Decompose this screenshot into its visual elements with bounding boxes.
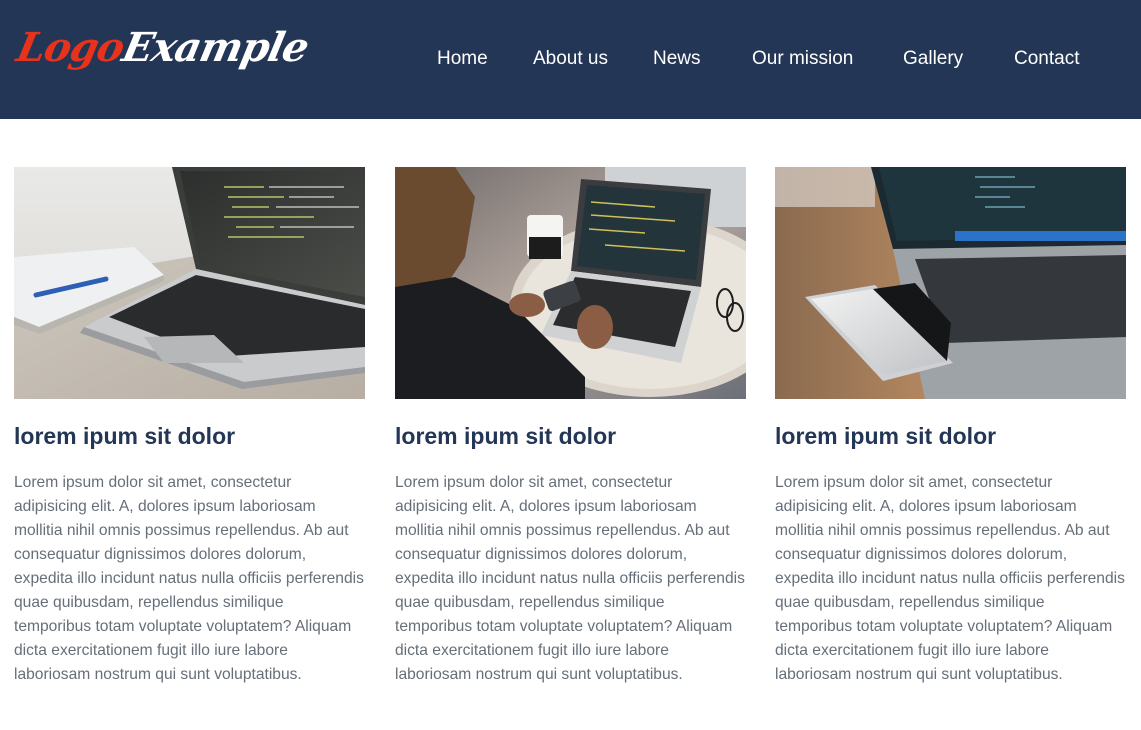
- nav-item-contact[interactable]: Contact: [1014, 48, 1079, 70]
- card-title: lorem ipum sit dolor: [395, 423, 617, 449]
- article-card: lorem ipum sit dolor Lorem ipsum dolor s…: [14, 167, 365, 683]
- site-header: LogoExample Home About us News Our missi…: [0, 0, 1141, 119]
- phone-laptop-photo: [775, 167, 1126, 399]
- nav-item-about-us[interactable]: About us: [533, 48, 608, 70]
- nav-item-our-mission[interactable]: Our mission: [752, 48, 853, 70]
- article-card: lorem ipum sit dolor Lorem ipsum dolor s…: [775, 167, 1126, 683]
- person-laptop-photo: [395, 167, 746, 399]
- nav-item-news[interactable]: News: [653, 48, 701, 70]
- article-card: lorem ipum sit dolor Lorem ipsum dolor s…: [395, 167, 746, 683]
- card-text: Lorem ipsum dolor sit amet, consectetur …: [395, 474, 745, 683]
- card-text: Lorem ipsum dolor sit amet, consectetur …: [14, 474, 364, 683]
- nav-item-gallery[interactable]: Gallery: [903, 48, 963, 70]
- card-text: Lorem ipsum dolor sit amet, consectetur …: [775, 474, 1125, 683]
- card-title: lorem ipum sit dolor: [775, 423, 997, 449]
- card-title: lorem ipum sit dolor: [14, 423, 236, 449]
- nav-item-home[interactable]: Home: [437, 48, 488, 70]
- main-nav: Home About us News Our mission Gallery C…: [0, 48, 1141, 72]
- laptop-desk-photo: [14, 167, 365, 399]
